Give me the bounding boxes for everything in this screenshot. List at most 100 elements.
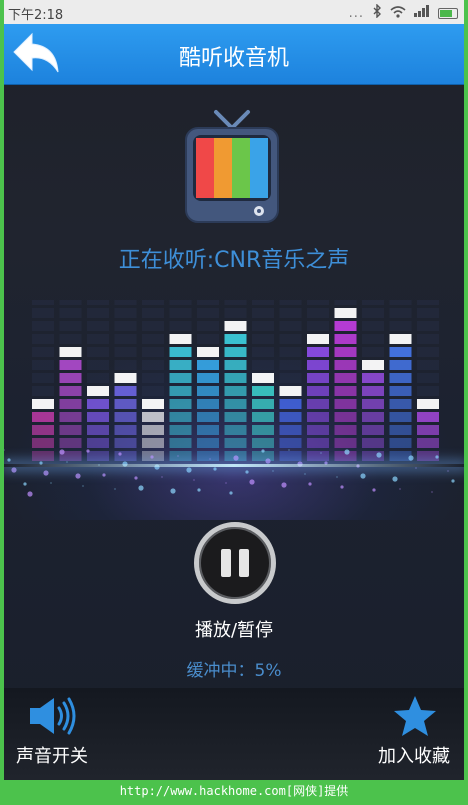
equalizer-bar — [252, 300, 274, 461]
sparkle — [451, 479, 455, 483]
equalizer-segment — [32, 321, 54, 331]
add-favorite-button[interactable]: 加入收藏 — [364, 688, 464, 780]
equalizer-segment — [307, 451, 329, 461]
app-header: 酷听收音机 — [4, 24, 464, 85]
sparkle — [344, 449, 350, 455]
equalizer-segment — [114, 334, 137, 344]
sparkle — [170, 488, 176, 494]
sparkle — [288, 449, 290, 451]
equalizer-segment — [32, 412, 54, 422]
equalizer-segment — [224, 373, 247, 383]
equalizer-segment — [114, 438, 137, 448]
equalizer-segment — [389, 386, 412, 396]
equalizer-segment — [417, 334, 439, 344]
equalizer-segment — [252, 399, 274, 409]
sparkle — [308, 482, 312, 486]
equalizer-segment — [389, 438, 412, 448]
equalizer-segment — [142, 399, 164, 409]
sparkle — [304, 473, 306, 475]
equalizer-segment — [197, 399, 219, 409]
equalizer-segment — [87, 308, 109, 318]
equalizer-segment — [169, 386, 192, 396]
equalizer-segment — [59, 438, 82, 448]
equalizer-segment — [114, 360, 137, 370]
sound-toggle-button[interactable]: 声音开关 — [6, 688, 98, 780]
equalizer-segment — [32, 347, 54, 357]
app-title: 酷听收音机 — [178, 46, 289, 71]
sound-toggle-label: 声音开关 — [16, 746, 88, 767]
equalizer-segment — [87, 386, 109, 396]
sparkle — [86, 449, 90, 453]
sparkle — [43, 470, 49, 476]
equalizer-segment — [252, 386, 274, 396]
equalizer-segment — [417, 308, 439, 318]
equalizer-floor-light — [4, 464, 464, 467]
equalizer-segment — [389, 321, 412, 331]
equalizer-segment — [114, 425, 137, 435]
equalizer-segment — [252, 308, 274, 318]
equalizer-bar — [307, 300, 329, 461]
play-pause-button[interactable] — [194, 522, 276, 604]
sparkle — [209, 458, 211, 460]
app-screen: 下午2:18 ... 酷听收音机 正在收听:CNR音乐之声 播放/暂停 缓冲中：… — [4, 0, 464, 780]
sparkle — [114, 488, 116, 490]
equalizer-segment — [169, 438, 192, 448]
equalizer-segment — [87, 347, 109, 357]
equalizer-segment — [334, 308, 357, 318]
status-icons: ... — [348, 3, 458, 22]
equalizer-segment — [197, 386, 219, 396]
equalizer-segment — [307, 321, 329, 331]
equalizer-segment — [87, 438, 109, 448]
equalizer-segment — [307, 438, 329, 448]
equalizer-segment — [224, 399, 247, 409]
equalizer-segment — [114, 300, 137, 305]
pause-icon — [221, 549, 231, 577]
equalizer-segment — [197, 438, 219, 448]
equalizer-segment — [252, 438, 274, 448]
sparkle — [372, 488, 376, 492]
equalizer-bar — [32, 300, 54, 461]
equalizer-segment — [252, 321, 274, 331]
sparkle — [193, 479, 195, 481]
equalizer-segment — [417, 386, 439, 396]
equalizer-bar — [197, 300, 219, 461]
equalizer-segment — [389, 425, 412, 435]
equalizer-segment — [59, 360, 82, 370]
equalizer-segment — [59, 321, 82, 331]
sparkle — [320, 452, 322, 454]
equalizer-segment — [169, 373, 192, 383]
equalizer-segment — [307, 425, 329, 435]
equalizer-segment — [59, 386, 82, 396]
equalizer-segment — [279, 399, 302, 409]
equalizer-segment — [224, 347, 247, 357]
bottom-bar: 声音开关 加入收藏 — [4, 688, 464, 780]
equalizer-bar — [224, 300, 247, 461]
equalizer-segment — [417, 438, 439, 448]
now-playing-text: 正在收听:CNR音乐之声 — [118, 248, 350, 273]
pause-icon-bar — [239, 549, 249, 577]
equalizer-segment — [417, 425, 439, 435]
equalizer-segment — [114, 347, 137, 357]
equalizer-segment — [307, 399, 329, 409]
equalizer-segment — [389, 451, 412, 461]
equalizer-segment — [252, 360, 274, 370]
sparkle — [435, 455, 439, 459]
sparkle — [50, 482, 52, 484]
add-favorite-label: 加入收藏 — [378, 746, 450, 767]
equalizer-segment — [142, 308, 164, 318]
equalizer-segment — [307, 360, 329, 370]
equalizer-segment — [142, 300, 164, 305]
equalizer-segment — [362, 321, 384, 331]
equalizer-segment — [59, 412, 82, 422]
equalizer-bar — [389, 300, 412, 461]
equalizer-segment — [417, 360, 439, 370]
equalizer-segment — [334, 412, 357, 422]
play-pause-label: 播放/暂停 — [194, 620, 274, 641]
status-dots: ... — [348, 5, 364, 21]
sparkle — [27, 491, 33, 497]
equalizer-segment — [252, 373, 274, 383]
sparkle — [265, 458, 271, 464]
star-icon — [394, 696, 436, 736]
sparkle — [23, 482, 27, 486]
battery-icon — [438, 7, 458, 19]
